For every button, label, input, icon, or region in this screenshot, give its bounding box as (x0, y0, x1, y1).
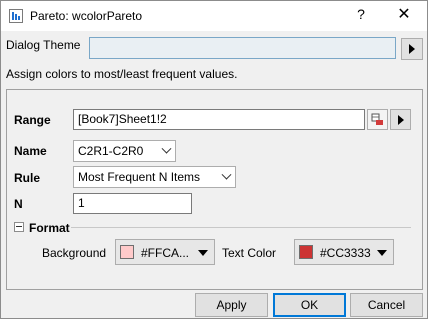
background-color-value: #FFCA... (141, 246, 190, 260)
window-title: Pareto: wcolorPareto (30, 9, 143, 23)
background-color-swatch (120, 245, 134, 259)
format-section-label: Format (29, 221, 70, 235)
background-color-dropdown[interactable]: #FFCA... (115, 239, 215, 265)
n-input[interactable]: 1 (73, 193, 192, 214)
close-button[interactable]: ✕ (394, 5, 414, 25)
range-input[interactable]: [Book7]Sheet1!2 (73, 109, 365, 130)
range-select-button[interactable] (367, 109, 388, 130)
dialog-theme-label: Dialog Theme (6, 38, 81, 52)
name-dropdown-value: C2R1-C2R0 (78, 144, 144, 158)
text-color-value: #CC3333 (320, 246, 371, 260)
select-range-icon (371, 113, 383, 125)
text-color-swatch (299, 245, 313, 259)
rule-label: Rule (14, 171, 41, 185)
text-color-dropdown[interactable]: #CC3333 (294, 239, 394, 265)
range-menu-button[interactable] (390, 109, 411, 130)
pareto-chart-icon (9, 9, 23, 23)
cancel-button[interactable]: Cancel (350, 293, 423, 317)
rule-dropdown[interactable]: Most Frequent N Items (73, 166, 236, 188)
theme-menu-button[interactable] (401, 38, 423, 60)
chevron-down-icon (221, 169, 232, 180)
apply-button[interactable]: Apply (195, 293, 268, 317)
range-label: Range (14, 113, 51, 127)
dialog-theme-field[interactable] (89, 37, 396, 59)
name-label: Name (14, 144, 47, 158)
format-divider (71, 227, 411, 228)
rule-dropdown-value: Most Frequent N Items (78, 170, 201, 184)
pareto-dialog: Pareto: wcolorPareto ? ✕ Dialog Theme As… (0, 0, 428, 319)
collapse-icon[interactable] (14, 222, 24, 232)
background-label: Background (42, 246, 107, 260)
dropdown-arrow-icon (377, 250, 387, 256)
dropdown-arrow-icon (198, 250, 208, 256)
help-button[interactable]: ? (353, 6, 369, 26)
play-arrow-icon (409, 44, 415, 54)
name-dropdown[interactable]: C2R1-C2R0 (73, 140, 176, 162)
n-label: N (14, 197, 23, 211)
play-arrow-icon (397, 114, 404, 125)
chevron-down-icon (161, 143, 172, 154)
description-text: Assign colors to most/least frequent val… (6, 67, 238, 81)
title-bar: Pareto: wcolorPareto ? ✕ (1, 1, 427, 31)
text-color-label: Text Color (222, 246, 277, 260)
ok-button[interactable]: OK (273, 293, 346, 317)
